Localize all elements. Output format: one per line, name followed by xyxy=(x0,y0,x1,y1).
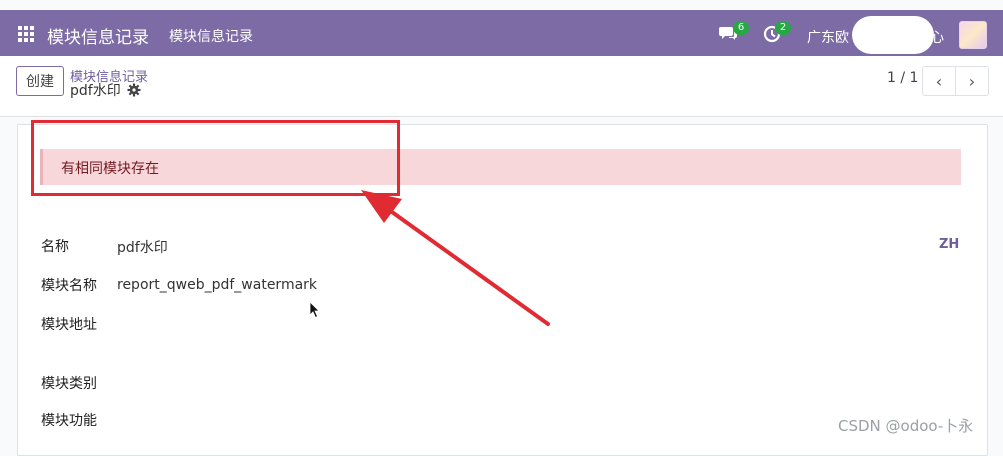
cursor-icon xyxy=(309,301,320,319)
annotation-highlight-box xyxy=(31,120,400,196)
breadcrumb-current: pdf水印 xyxy=(70,83,121,99)
gear-icon[interactable] xyxy=(127,83,141,97)
create-button[interactable]: 创建 xyxy=(16,66,64,96)
activity-count-badge: 2 xyxy=(775,21,791,35)
control-panel: 创建 模块信息记录 pdf水印 1 / 1 ‹ › xyxy=(0,56,1003,117)
chevron-right-icon[interactable]: › xyxy=(955,67,988,95)
field-value-module-name[interactable]: report_qweb_pdf_watermark xyxy=(117,277,317,293)
menu-item-module-records[interactable]: 模块信息记录 xyxy=(169,26,253,46)
pager-value[interactable]: 1 / 1 xyxy=(887,70,918,86)
chevron-left-icon[interactable]: ‹ xyxy=(923,67,955,95)
field-label-module-path: 模块地址 xyxy=(41,317,97,333)
watermark: CSDN @odoo-卜永 xyxy=(838,417,974,435)
field-label-name: 名称 xyxy=(41,239,69,255)
avatar[interactable] xyxy=(959,21,987,49)
field-label-module-name: 模块名称 xyxy=(41,278,97,294)
pager-buttons: ‹ › xyxy=(922,66,989,96)
chat-count-badge: 6 xyxy=(733,21,749,35)
language-toggle[interactable]: ZH xyxy=(939,237,959,252)
apps-icon[interactable] xyxy=(18,26,34,42)
company-name-end[interactable]: 心 xyxy=(930,27,944,47)
redaction-patch xyxy=(852,16,934,54)
field-label-module-function: 模块功能 xyxy=(41,413,97,429)
company-name[interactable]: 广东欧 xyxy=(807,27,849,47)
field-value-name[interactable]: pdf水印 xyxy=(117,237,168,257)
top-navbar: 模块信息记录 模块信息记录 6 2 广东欧 心 xyxy=(0,10,1003,56)
field-label-module-category: 模块类别 xyxy=(41,376,97,392)
app-title[interactable]: 模块信息记录 xyxy=(47,23,149,48)
